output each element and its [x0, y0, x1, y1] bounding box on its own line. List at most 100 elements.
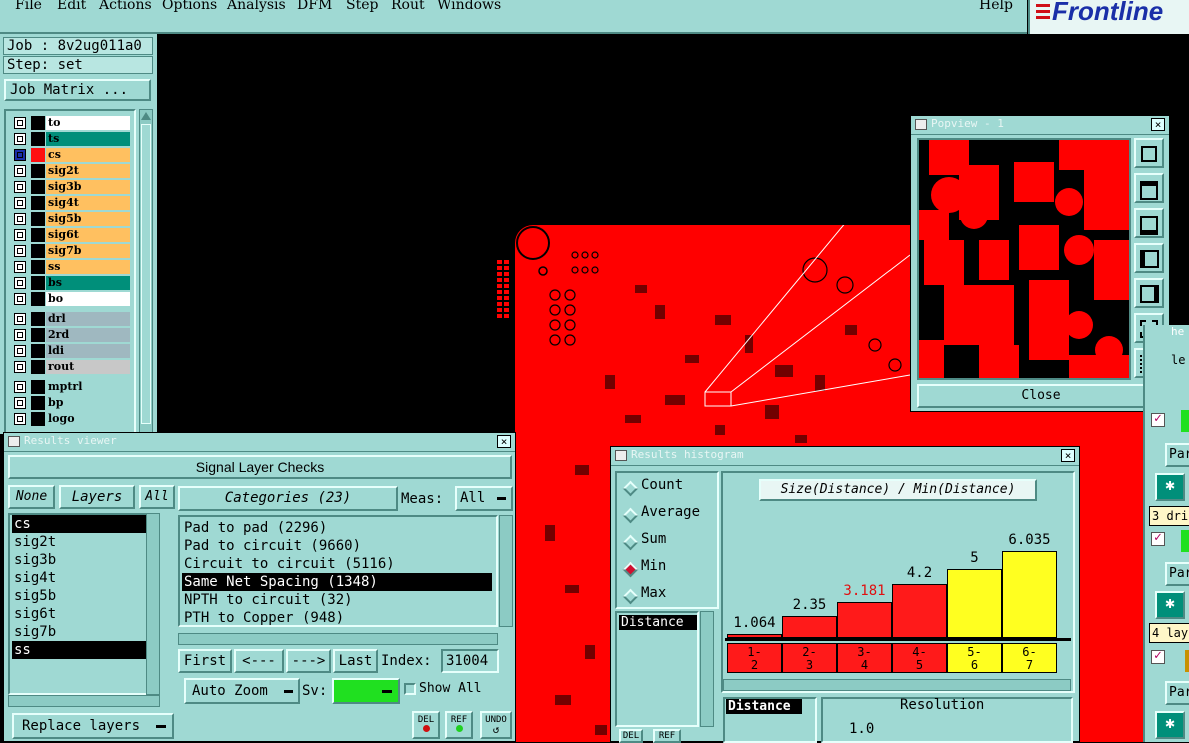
layer-list-scrollbar[interactable] [139, 109, 153, 434]
radio-average-icon[interactable] [622, 507, 639, 524]
layer-affected-marker[interactable] [31, 312, 45, 326]
layer-row-sig4t[interactable]: sig4t [14, 196, 130, 210]
layer-checkbox[interactable] [14, 329, 26, 341]
layer-name[interactable]: bs [46, 276, 130, 290]
layer-name[interactable]: sig6t [46, 228, 130, 242]
layer-affected-marker[interactable] [31, 148, 45, 162]
layer-row-bs[interactable]: bs [14, 276, 130, 290]
layer-checkbox[interactable] [14, 345, 26, 357]
result-layer-item[interactable]: cs [12, 515, 154, 533]
close-icon[interactable]: × [1061, 449, 1075, 462]
show-all-checkbox[interactable] [404, 683, 416, 695]
layer-name[interactable]: sig7b [46, 244, 130, 258]
layer-row-logo[interactable]: logo [14, 412, 130, 426]
menu-step[interactable]: Step [346, 0, 378, 13]
meas-select[interactable]: All [455, 486, 513, 511]
layer-row-sig3b[interactable]: sig3b [14, 180, 130, 194]
run-icon[interactable]: ✱ [1155, 473, 1185, 501]
layer-affected-marker[interactable] [31, 132, 45, 146]
checkbox-2[interactable]: ✓ [1151, 530, 1165, 546]
menu-rout[interactable]: Rout [391, 0, 425, 13]
menu-file[interactable]: File [15, 0, 42, 13]
result-layer-item[interactable]: sig2t [12, 533, 154, 551]
layer-name[interactable]: 2rd [46, 328, 130, 342]
layer-affected-marker[interactable] [31, 228, 45, 242]
delete-button[interactable]: DEL [412, 711, 440, 739]
histogram-field-list[interactable]: Distance [615, 611, 699, 727]
layer-name[interactable]: logo [46, 412, 130, 426]
first-button[interactable]: First [178, 649, 232, 673]
popview-titlebar[interactable]: Popview - 1 × [911, 116, 1169, 135]
bar-category-label[interactable]: 4- 5 [892, 643, 947, 673]
layer-row-drl[interactable]: drl [14, 312, 130, 326]
layer-row-cs[interactable]: cs [14, 148, 130, 162]
scroll-thumb[interactable] [141, 124, 151, 424]
layer-affected-marker[interactable] [31, 260, 45, 274]
auto-zoom-menu[interactable]: Auto Zoom [184, 678, 300, 704]
layer-checkbox[interactable] [14, 381, 26, 393]
layers-button[interactable]: Layers [59, 485, 135, 509]
pan-right-icon[interactable] [1134, 278, 1164, 308]
layer-checkbox[interactable] [14, 149, 26, 161]
bar-category-label[interactable]: 3- 4 [837, 643, 892, 673]
field-list-scroll[interactable] [700, 611, 714, 727]
param-button-2[interactable]: Par [1165, 562, 1189, 586]
pan-up-icon[interactable] [1134, 173, 1164, 203]
bar-category-label[interactable]: 5- 6 [947, 643, 1002, 673]
layer-row-bo[interactable]: bo [14, 292, 130, 306]
layer-checkbox[interactable] [14, 197, 26, 209]
popview-canvas[interactable] [917, 138, 1131, 380]
layer-checkbox[interactable] [14, 293, 26, 305]
layer-affected-marker[interactable] [31, 396, 45, 410]
menu-windows[interactable]: Windows [437, 0, 501, 13]
popview-zoom-icon[interactable] [1134, 138, 1164, 168]
option-min[interactable]: Min [641, 558, 666, 574]
layer-affected-marker[interactable] [31, 164, 45, 178]
layer-affected-marker[interactable] [31, 344, 45, 358]
menu-options[interactable]: Options [162, 0, 217, 13]
sv-color-select[interactable] [332, 678, 400, 704]
bar-category-label[interactable]: 6- 7 [1002, 643, 1057, 673]
categories-vscroll[interactable] [499, 515, 513, 627]
radio-count-icon[interactable] [622, 480, 639, 497]
popview-close-button[interactable]: Close [917, 384, 1165, 408]
layer-checkbox[interactable] [14, 277, 26, 289]
layer-list-vscroll[interactable] [146, 513, 160, 695]
close-icon[interactable]: × [1151, 118, 1165, 131]
layer-affected-marker[interactable] [31, 276, 45, 290]
run-icon-2[interactable]: ✱ [1155, 591, 1185, 619]
param-button-1[interactable]: Par [1165, 443, 1189, 467]
category-item[interactable]: Circuit to circuit (5116) [182, 555, 492, 573]
layer-checkbox[interactable] [14, 133, 26, 145]
window-menu-icon[interactable] [915, 119, 927, 130]
next-button[interactable]: ---> [286, 649, 331, 673]
option-count[interactable]: Count [641, 477, 683, 493]
result-layer-item[interactable]: sig4t [12, 569, 154, 587]
layer-affected-marker[interactable] [31, 196, 45, 210]
layer-row-2rd[interactable]: 2rd [14, 328, 130, 342]
layer-checkbox[interactable] [14, 165, 26, 177]
layer-checkbox[interactable] [14, 181, 26, 193]
layer-affected-marker[interactable] [31, 328, 45, 342]
menu-dfm[interactable]: DFM [297, 0, 332, 13]
refresh-button[interactable]: REF [445, 711, 473, 739]
bar-category-label[interactable]: 2- 3 [782, 643, 837, 673]
layer-name[interactable]: bo [46, 292, 130, 306]
results-viewer-titlebar[interactable]: Results viewer × [4, 433, 515, 452]
category-item[interactable]: Pad to circuit (9660) [182, 537, 492, 555]
layer-affected-marker[interactable] [31, 380, 45, 394]
field-item-distance[interactable]: Distance [619, 615, 697, 630]
histogram-bar-2-3[interactable] [782, 616, 837, 638]
radio-max-icon[interactable] [622, 588, 639, 605]
category-item[interactable]: Pad to pad (2296) [182, 519, 492, 537]
menu-help[interactable]: Help [979, 0, 1013, 13]
layer-name[interactable]: to [46, 116, 130, 130]
menu-edit[interactable]: Edit [57, 0, 86, 13]
histogram-bar-4-5[interactable] [892, 583, 947, 638]
layer-checkbox[interactable] [14, 361, 26, 373]
layer-checkbox[interactable] [14, 229, 26, 241]
prev-button[interactable]: <--- [234, 649, 284, 673]
chart-hscroll[interactable] [723, 679, 1071, 691]
layer-checkbox[interactable] [14, 245, 26, 257]
replace-layers-menu[interactable]: Replace layers [12, 713, 174, 739]
